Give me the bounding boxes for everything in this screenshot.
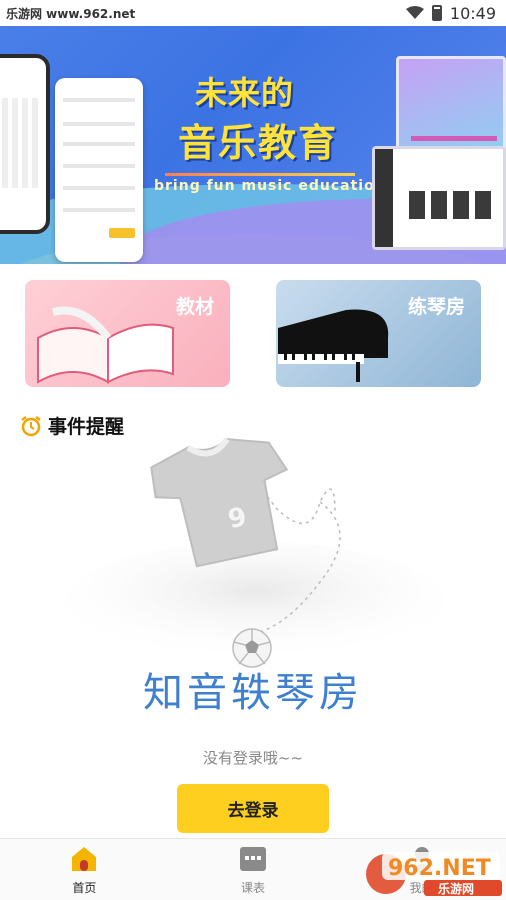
- practice-room-card[interactable]: 练琴房: [276, 280, 481, 387]
- brand-name: 知音轶琴房: [143, 670, 363, 716]
- tab-home[interactable]: 首页: [0, 839, 169, 900]
- tab-schedule[interactable]: 课表: [169, 839, 338, 900]
- tablet-mockup-dashboard: [372, 146, 506, 250]
- practice-room-label: 练琴房: [407, 296, 465, 318]
- alarm-clock-icon: [21, 415, 41, 436]
- not-logged-in-message: 没有登录哦~~: [202, 749, 304, 767]
- status-indicators: 10:49: [405, 3, 496, 23]
- phone-mockup-calendar: [0, 54, 50, 234]
- banner-title-line1: 未来的: [195, 74, 295, 112]
- banner-subtitle: bring fun music education: [154, 178, 386, 194]
- login-button[interactable]: 去登录: [177, 784, 329, 833]
- site-watermark-logo: 962.NET 乐游网: [366, 852, 502, 896]
- source-label: 乐游网 www.962.net: [6, 6, 136, 21]
- watermark-site-name: 乐游网: [438, 881, 474, 896]
- home-icon: [72, 846, 97, 871]
- textbook-label: 教材: [175, 296, 214, 318]
- banner-title-line2: 音乐教育: [178, 121, 339, 165]
- schedule-icon: [240, 846, 266, 871]
- battery-icon: [431, 5, 442, 21]
- status-time: 10:49: [449, 3, 496, 23]
- tab-schedule-label: 课表: [241, 880, 266, 895]
- textbook-card[interactable]: 教材: [25, 280, 230, 387]
- open-book-icon: [37, 306, 174, 384]
- empty-state-illustration: 9: [65, 437, 445, 668]
- tab-home-label: 首页: [72, 880, 97, 895]
- phone-mockup-schedule: [55, 78, 143, 262]
- grand-piano-icon: [278, 309, 389, 382]
- status-bar: 乐游网 www.962.net 10:49: [0, 0, 506, 26]
- promo-banner[interactable]: 未来的 音乐教育 bring fun music education: [0, 26, 506, 264]
- watermark-logo-text: 962.NET: [388, 856, 491, 881]
- wifi-icon: [405, 6, 424, 19]
